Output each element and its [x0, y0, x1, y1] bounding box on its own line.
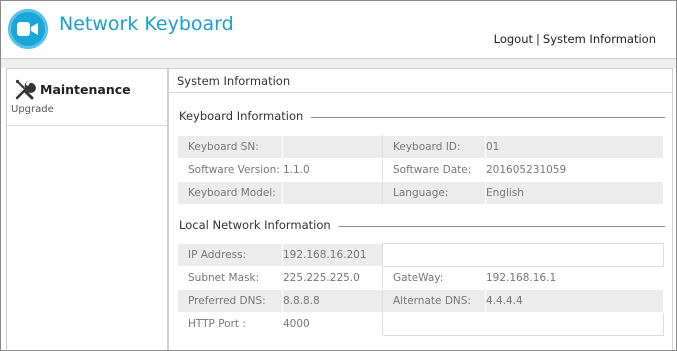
keyboard-sn-value — [282, 135, 383, 159]
subnet-mask-value: 225.225.225.0 — [282, 266, 383, 290]
language-value: English — [485, 181, 664, 205]
system-information-link[interactable]: System Information — [543, 32, 656, 46]
software-date-label: Software Date: — [382, 158, 486, 182]
software-version-label: Software Version: — [177, 158, 283, 182]
ip-address-value: 192.168.16.201 — [282, 243, 383, 267]
table-row: Subnet Mask: 225.225.225.0 GateWay: 192.… — [177, 266, 664, 290]
app-title: Network Keyboard — [59, 13, 234, 35]
empty-cell — [382, 243, 664, 267]
http-port-value: 4000 — [282, 312, 383, 336]
link-separator: | — [536, 32, 540, 46]
language-label: Language: — [382, 181, 486, 205]
alternate-dns-label: Alternate DNS: — [382, 289, 486, 313]
network-info-title: Local Network Information — [179, 218, 339, 232]
table-row: Keyboard Model: Language: English — [177, 181, 664, 205]
page-title: System Information — [177, 74, 291, 88]
section-divider — [324, 226, 665, 227]
sidebar: Maintenance Upgrade — [6, 68, 168, 350]
sidebar-section-maintenance[interactable]: Maintenance Upgrade — [7, 69, 167, 126]
gateway-label: GateWay: — [382, 266, 486, 290]
top-links: Logout | System Information — [494, 32, 656, 46]
table-row: Keyboard SN: Keyboard ID: 01 — [177, 135, 664, 159]
sidebar-section-label: Maintenance — [40, 82, 131, 97]
subnet-mask-label: Subnet Mask: — [177, 266, 283, 290]
section-divider — [297, 117, 665, 118]
empty-cell — [382, 312, 664, 336]
table-row: IP Address: 192.168.16.201 — [177, 243, 664, 267]
keyboard-model-value — [282, 181, 383, 205]
tools-icon — [15, 79, 36, 100]
table-row: Preferred DNS: 8.8.8.8 Alternate DNS: 4.… — [177, 289, 664, 313]
logout-link[interactable]: Logout — [494, 32, 533, 46]
keyboard-info-table: Keyboard SN: Keyboard ID: 01 Software Ve… — [177, 135, 664, 205]
keyboard-sn-label: Keyboard SN: — [177, 135, 283, 159]
ip-address-label: IP Address: — [177, 243, 283, 267]
preferred-dns-value: 8.8.8.8 — [282, 289, 383, 313]
app-window: Network Keyboard Logout | System Informati… — [0, 0, 677, 351]
network-info-table: IP Address: 192.168.16.201 Subnet Mask: … — [177, 243, 664, 336]
keyboard-id-label: Keyboard ID: — [382, 135, 486, 159]
app-logo — [8, 9, 48, 49]
gateway-value: 192.168.16.1 — [485, 266, 664, 290]
keyboard-model-label: Keyboard Model: — [177, 181, 283, 205]
table-row: Software Version: 1.1.0 Software Date: 2… — [177, 158, 664, 182]
alternate-dns-value: 4.4.4.4 — [485, 289, 664, 313]
keyboard-id-value: 01 — [485, 135, 664, 159]
table-row: HTTP Port : 4000 — [177, 312, 664, 336]
header: Network Keyboard Logout | System Informati… — [1, 1, 676, 58]
sidebar-item-upgrade[interactable]: Upgrade — [11, 104, 54, 115]
header-divider — [1, 58, 676, 68]
software-version-value: 1.1.0 — [282, 158, 383, 182]
video-camera-icon — [17, 22, 38, 36]
keyboard-info-title: Keyboard Information — [179, 109, 312, 123]
software-date-value: 201605231059 — [485, 158, 664, 182]
main-panel: System Information Keyboard Information … — [168, 68, 673, 350]
title-divider — [169, 92, 672, 93]
preferred-dns-label: Preferred DNS: — [177, 289, 283, 313]
http-port-label: HTTP Port : — [177, 312, 283, 336]
